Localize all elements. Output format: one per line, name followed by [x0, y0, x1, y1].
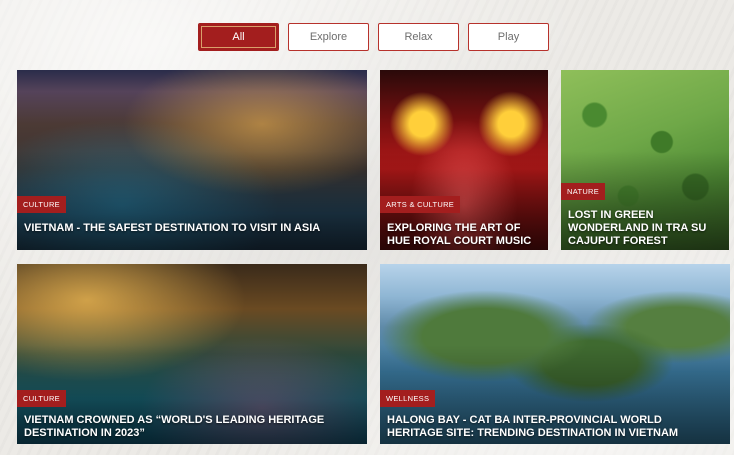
card-title: Vietnam Crowned as “World's Leading Heri… [24, 414, 325, 439]
category-tag: Culture [17, 390, 66, 407]
card-title: Exploring the Art of Hue Royal Court Mus… [387, 222, 532, 247]
article-card-vietnam-safest[interactable]: Culture Vietnam - The Safest Destination… [17, 70, 367, 250]
category-tag: Wellness [380, 390, 436, 407]
article-card-heritage-destination[interactable]: Culture Vietnam Crowned as “World's Lead… [17, 264, 367, 444]
card-title: Halong Bay - Cat Ba Inter-Provincial Wor… [387, 414, 679, 439]
filter-play-button[interactable]: Play [468, 23, 549, 51]
article-card-hue-royal-music[interactable]: Arts & Culture Exploring the Art of Hue … [380, 70, 548, 250]
filter-bar: All Explore Relax Play [198, 23, 549, 51]
card-title: Vietnam - The Safest Destination to Visi… [24, 222, 321, 234]
filter-explore-button[interactable]: Explore [288, 23, 369, 51]
filter-relax-button[interactable]: Relax [378, 23, 459, 51]
filter-all-button[interactable]: All [198, 23, 279, 51]
article-card-tra-su-forest[interactable]: Nature Lost in Green Wonderland in Tra S… [561, 70, 729, 250]
category-tag: Arts & Culture [380, 196, 461, 213]
card-title: Lost in Green Wonderland in Tra Su Cajup… [568, 209, 707, 247]
article-card-halong-bay[interactable]: Wellness Halong Bay - Cat Ba Inter-Provi… [380, 264, 730, 444]
category-tag: Culture [17, 196, 66, 213]
category-tag: Nature [561, 183, 606, 200]
